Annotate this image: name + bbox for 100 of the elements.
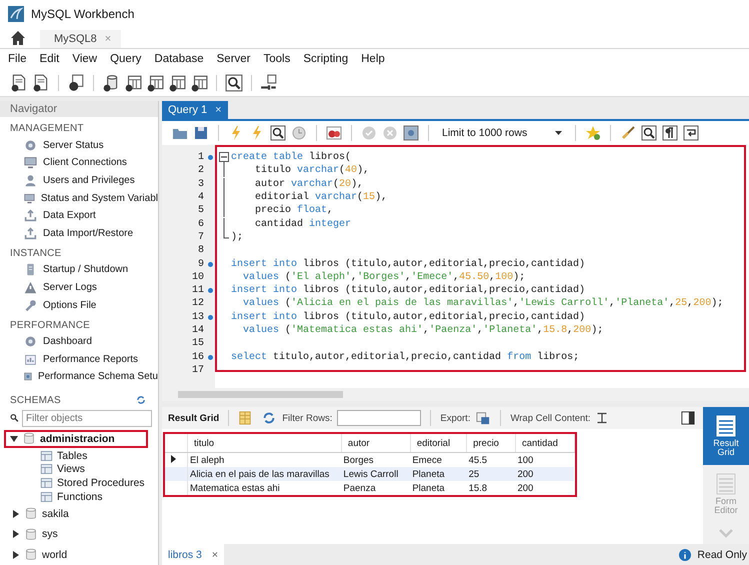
document-icon[interactable]	[32, 74, 50, 92]
menu-item[interactable]: View	[68, 53, 106, 65]
navigator-item[interactable]: Options File	[43, 300, 96, 311]
section-title: SCHEMAS	[10, 394, 61, 406]
section-title: MANAGEMENT	[9, 122, 85, 136]
table-cell: 45.5	[466, 452, 516, 467]
table-icon	[40, 463, 53, 476]
search-icon[interactable]	[225, 74, 243, 92]
table-icon[interactable]	[190, 74, 208, 92]
collapse-arrow-icon[interactable]	[10, 434, 18, 443]
connection-tab[interactable]: MySQL8 ×	[40, 30, 122, 48]
home-icon[interactable]	[10, 30, 26, 46]
result-grid-label: Result Grid	[168, 412, 220, 424]
close-icon[interactable]: ×	[215, 104, 222, 116]
table-icon[interactable]	[124, 74, 142, 92]
document-icon[interactable]	[10, 74, 28, 92]
navigator-item[interactable]: Status and System Variabl	[40, 192, 158, 204]
panel-icon[interactable]	[681, 411, 695, 425]
table-cell: 25	[466, 467, 516, 481]
line-number: 14	[192, 325, 204, 336]
query-tab[interactable]: Query 1 ×	[162, 101, 228, 119]
tree-item[interactable]: Views	[57, 463, 85, 476]
filter-rows-field[interactable]	[337, 410, 422, 426]
navigator-item[interactable]: Startup / Shutdown	[43, 264, 128, 276]
column-header[interactable]: titulo	[188, 434, 342, 452]
warning-icon	[24, 280, 37, 294]
navigator-item[interactable]: Server Logs	[43, 282, 97, 293]
code-line: autor varchar(20),	[254, 178, 364, 190]
wrap-icon[interactable]	[596, 412, 608, 424]
navigator-item[interactable]: Performance Schema Setu	[38, 371, 158, 382]
line-number: 16	[192, 352, 204, 363]
star-icon[interactable]	[585, 125, 602, 141]
check-icon[interactable]	[361, 125, 377, 141]
navigator-item[interactable]: Client Connections	[43, 157, 127, 168]
code-line: insert into libros (titulo,autor,editorial,precio,cantidad)	[231, 285, 586, 296]
schema-item[interactable]: sakila	[0, 504, 158, 523]
table-icon[interactable]	[168, 74, 186, 92]
menu-item[interactable]: Tools	[260, 53, 300, 65]
menu-item[interactable]: Query	[106, 53, 150, 65]
monitor-icon	[24, 156, 37, 170]
navigator-item[interactable]: Dashboard	[43, 336, 92, 348]
menu-item[interactable]: Edit	[36, 53, 68, 65]
navigator-item[interactable]: Server Status	[43, 140, 104, 151]
brush-icon[interactable]	[620, 125, 636, 141]
close-icon[interactable]: ×	[212, 548, 218, 560]
tree-item[interactable]: Stored Procedures	[57, 477, 145, 490]
dropdown-arrow-icon	[555, 131, 562, 135]
paragraph-icon[interactable]	[662, 125, 678, 141]
wrap-icon[interactable]	[683, 125, 700, 141]
schema-item[interactable]: sys	[0, 524, 158, 544]
limit-dropdown[interactable]: Limit to 1000 rows	[438, 127, 566, 139]
wrench-icon	[24, 298, 37, 312]
save-icon[interactable]	[193, 125, 209, 141]
fold-icon[interactable]	[218, 151, 230, 164]
expand-arrow-icon[interactable]	[12, 550, 20, 559]
line-number: 12	[192, 298, 204, 310]
side-tab[interactable]: Result Grid	[703, 407, 749, 465]
database-icon[interactable]	[102, 74, 120, 92]
navigator-item[interactable]: Users and Privileges	[43, 174, 135, 186]
table-cell: Borges	[341, 452, 410, 467]
menu-item[interactable]: Database	[150, 53, 213, 65]
column-header[interactable]: editorial	[410, 434, 467, 452]
refresh-icon[interactable]	[136, 395, 146, 406]
navigator-item[interactable]: Data Import/Restore	[43, 228, 134, 239]
menu-item[interactable]: Help	[357, 53, 394, 65]
filter-field[interactable]: Filter objects	[22, 410, 152, 427]
horizontal-scrollbar[interactable]	[162, 388, 749, 401]
line-number: 2	[198, 165, 204, 176]
monitor-icon	[24, 192, 35, 205]
tree-item[interactable]: Functions	[57, 490, 103, 503]
search-icon[interactable]	[641, 125, 658, 141]
expand-arrow-icon[interactable]	[12, 530, 20, 538]
code-line: precio float,	[254, 205, 334, 216]
table-icon	[40, 490, 53, 503]
expand-arrow-icon[interactable]	[12, 510, 20, 518]
filter-label: Filter Rows:	[282, 412, 332, 424]
column-header[interactable]: precio	[466, 434, 516, 452]
line-number: 9	[198, 258, 204, 270]
schema-item[interactable]: administracion	[4, 430, 148, 448]
code-line: select titulo,autor,editorial,precio,cantidad from libros;	[231, 352, 580, 363]
export-icon[interactable]	[475, 411, 492, 425]
line-number: 5	[198, 205, 204, 216]
stop-icon[interactable]	[326, 125, 342, 141]
column-header[interactable]: cantidad	[515, 434, 574, 452]
schema-item[interactable]: world	[0, 545, 158, 564]
result-tab[interactable]: libros 3 ×	[162, 544, 224, 565]
table-icon[interactable]	[146, 74, 164, 92]
menu-item[interactable]: Scripting	[299, 53, 358, 65]
column-header[interactable]: autor	[341, 434, 410, 452]
menu-item[interactable]: File	[4, 53, 36, 65]
table-cell: Planeta	[410, 467, 467, 481]
code-line: titulo varchar(40),	[254, 165, 370, 176]
search-icon[interactable]	[270, 125, 286, 141]
clock-icon[interactable]	[291, 125, 307, 141]
navigator-item[interactable]: Performance Reports	[43, 354, 138, 365]
menu-item[interactable]: Server	[212, 53, 260, 65]
refresh-icon[interactable]	[261, 411, 278, 425]
navigator-item[interactable]: Data Export	[43, 210, 96, 222]
tree-item[interactable]: Tables	[57, 450, 88, 462]
wrap-label: Wrap Cell Content:	[510, 412, 591, 424]
